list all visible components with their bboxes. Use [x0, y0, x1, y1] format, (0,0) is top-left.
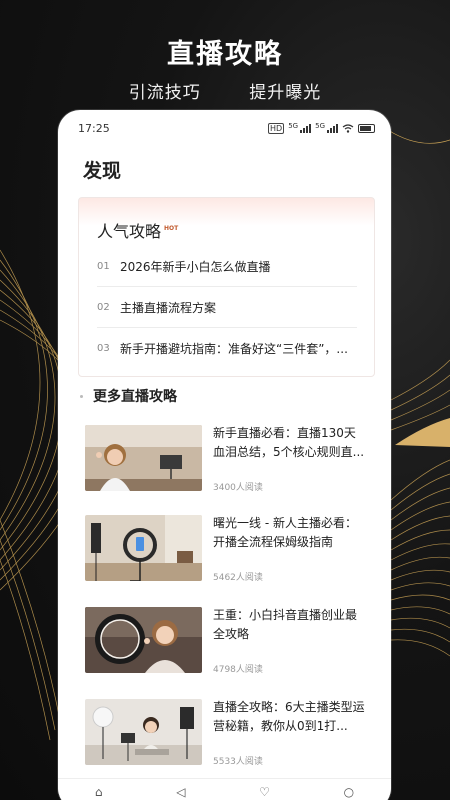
hot-section-title: 人气攻略: [97, 222, 162, 241]
article-body: 直播全攻略：6大主播类型运营秘籍，教你从0到1打... 5533人阅读: [213, 698, 367, 770]
article-read-count: 5462人阅读: [213, 573, 263, 583]
page-title: 发现: [83, 160, 122, 182]
article-title: 曙光一线 - 新人主播必看：开播全流程保姆级指南: [213, 516, 357, 549]
hot-item-number: 01: [97, 260, 110, 272]
more-section-header: 更多直播攻略: [80, 386, 177, 406]
status-time: 17:25: [78, 121, 110, 135]
article-thumbnail[interactable]: [85, 425, 202, 491]
promo-title: 直播攻略: [167, 39, 283, 70]
article-title: 直播全攻略：6大主播类型运营秘籍，教你从0到1打...: [213, 700, 365, 733]
tab-icon-profile[interactable]: ○: [344, 785, 354, 800]
article-read-count: 3400人阅读: [213, 483, 263, 493]
5g-label: 5G: [288, 121, 299, 130]
signal-icon-2: [327, 123, 338, 133]
tab-icon-discover[interactable]: ♡: [259, 785, 270, 800]
article-card[interactable]: 王重：小白抖音直播创业最全攻略 4798人阅读: [80, 602, 371, 682]
more-section-title: 更多直播攻略: [93, 389, 177, 405]
hot-header: 人气攻略 HOT: [79, 198, 374, 242]
promo-subtitle: 引流技巧 提升曝光: [0, 78, 450, 103]
promo-subtitle-left: 引流技巧: [128, 83, 201, 103]
article-thumbnail[interactable]: [85, 515, 202, 581]
signal-icon: [300, 123, 312, 133]
hot-item[interactable]: 02 主播直播流程方案: [97, 287, 357, 328]
hot-item-title: 新手开播避坑指南：准备好这“三件套”，...: [120, 342, 348, 356]
article-body: 曙光一线 - 新人主播必看：开播全流程保姆级指南 5462人阅读: [213, 514, 367, 586]
hot-item-title: 2026年新手小白怎么做直播: [120, 259, 271, 274]
hot-item[interactable]: 01 2026年新手小白怎么做直播: [97, 246, 357, 287]
hot-item[interactable]: 03 新手开播避坑指南：准备好这“三件套”，...: [97, 328, 357, 369]
hot-item-title: 主播直播流程方案: [120, 300, 217, 315]
tab-icon-home[interactable]: ⌂: [95, 785, 103, 800]
hd-icon: HD: [268, 122, 285, 134]
battery-icon: [358, 123, 375, 133]
article-body: 新手直播必看：直播130天血泪总结，5个核心规则直... 3400人阅读: [213, 424, 367, 496]
article-read-count: 5533人阅读: [213, 757, 263, 767]
article-card[interactable]: 曙光一线 - 新人主播必看：开播全流程保姆级指南 5462人阅读: [80, 510, 371, 590]
article-thumbnail[interactable]: [85, 607, 202, 673]
status-bar: 17:25 HD 5G 5G: [58, 110, 391, 146]
bottom-tab-bar: ⌂ ◁ ♡ ○: [58, 778, 391, 800]
hot-badge: HOT: [164, 225, 179, 232]
promo-subtitle-right: 提升曝光: [249, 83, 322, 103]
5g-label-2: 5G: [315, 121, 325, 130]
article-card[interactable]: 新手直播必看：直播130天血泪总结，5个核心规则直... 3400人阅读: [80, 420, 371, 500]
phone-screen: 17:25 HD 5G 5G 发现 人气攻略 HOT 01 2026年新手小白怎…: [58, 110, 391, 800]
article-title: 新手直播必看：直播130天血泪总结，5个核心规则直...: [213, 426, 365, 459]
article-body: 王重：小白抖音直播创业最全攻略 4798人阅读: [213, 606, 367, 678]
wifi-icon: [342, 123, 354, 133]
tab-icon-send[interactable]: ◁: [176, 785, 185, 800]
article-card[interactable]: 直播全攻略：6大主播类型运营秘籍，教你从0到1打... 5533人阅读: [80, 694, 371, 774]
article-title: 王重：小白抖音直播创业最全攻略: [213, 608, 358, 641]
bullet-dot-icon: [80, 394, 83, 398]
status-icons: HD 5G 5G: [268, 121, 375, 134]
hot-articles-card: 人气攻略 HOT 01 2026年新手小白怎么做直播 02 主播直播流程方案 0…: [78, 197, 375, 377]
article-read-count: 4798人阅读: [213, 665, 263, 675]
hot-item-number: 03: [97, 343, 110, 354]
article-thumbnail[interactable]: [85, 699, 202, 765]
hot-item-number: 02: [97, 301, 110, 313]
